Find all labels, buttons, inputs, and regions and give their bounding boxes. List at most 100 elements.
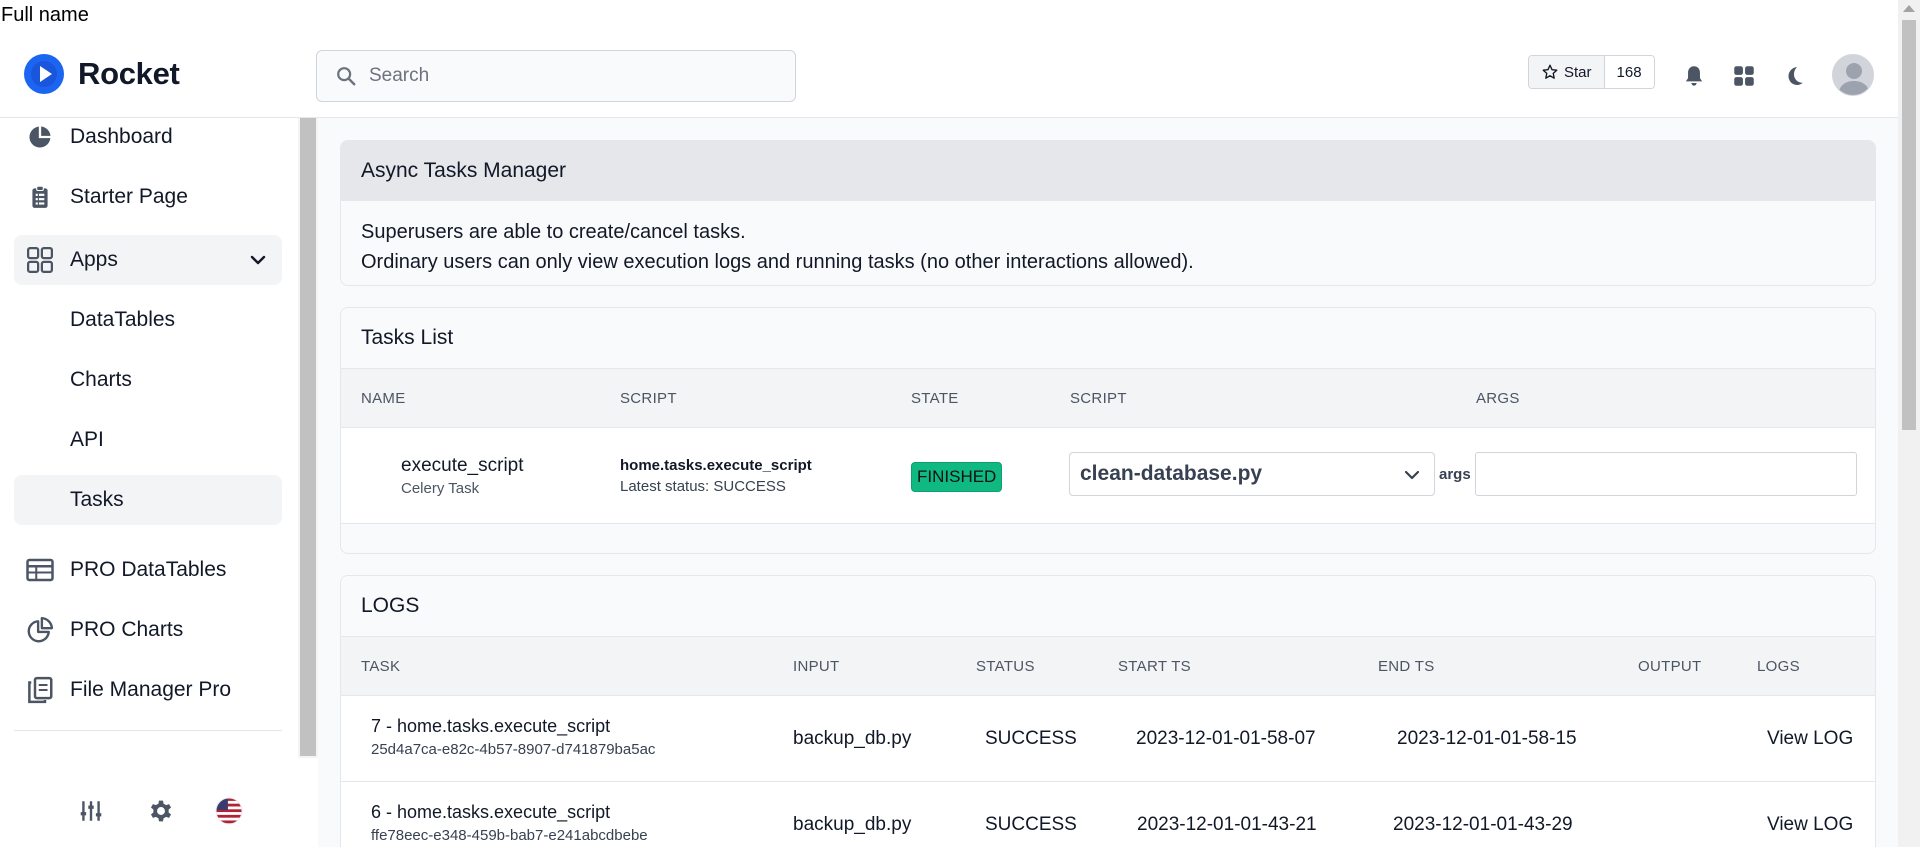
column-header-end-ts: END TS xyxy=(1378,658,1435,675)
args-input[interactable] xyxy=(1475,452,1857,496)
task-type: Celery Task xyxy=(401,480,480,497)
sidebar-item-starter-page[interactable]: Starter Page xyxy=(14,172,282,222)
state-badge: FINISHED xyxy=(911,462,1003,492)
sidebar-item-apps[interactable]: Apps xyxy=(14,235,282,285)
sidebar-item-file-manager-pro[interactable]: File Manager Pro xyxy=(14,665,282,715)
task-script: home.tasks.execute_script xyxy=(620,457,812,474)
log-start-ts: 2023-12-01-01-58-07 xyxy=(1136,728,1316,749)
table-row: 7 - home.tasks.execute_script 25d4a7ca-e… xyxy=(341,696,1875,782)
log-end-ts: 2023-12-01-01-58-15 xyxy=(1397,728,1577,749)
column-header-task: TASK xyxy=(361,658,401,675)
sidebar-item-label: PRO DataTables xyxy=(70,558,227,581)
sidebar-item-label: Tasks xyxy=(70,488,124,511)
sidebar-item-charts[interactable]: Charts xyxy=(14,355,282,405)
brand[interactable]: Rocket xyxy=(24,54,180,94)
chevron-down-icon xyxy=(250,255,266,265)
search-icon xyxy=(337,67,356,86)
sidebar-scrollbar-thumb[interactable] xyxy=(300,118,316,756)
sidebar-item-api[interactable]: API xyxy=(14,415,282,465)
sidebar-item-dashboard[interactable]: Dashboard xyxy=(14,112,282,162)
column-header-output: OUTPUT xyxy=(1638,658,1702,675)
search-box[interactable] xyxy=(316,50,796,102)
task-name: execute_script xyxy=(401,455,524,476)
chart-pie-outline-icon xyxy=(24,614,56,646)
table-row: execute_script Celery Task home.tasks.ex… xyxy=(341,428,1875,524)
table-icon xyxy=(24,554,56,586)
sidebar-item-label: File Manager Pro xyxy=(70,678,232,701)
view-log-link[interactable]: View LOG xyxy=(1767,728,1853,750)
bell-icon[interactable] xyxy=(1678,60,1710,92)
files-icon xyxy=(24,674,56,706)
card-title: Tasks List xyxy=(341,308,1875,368)
star-label: Star xyxy=(1564,63,1592,81)
log-task-id: ffe78eec-e348-459b-bab7-e241abcdbebe xyxy=(371,827,648,844)
log-end-ts: 2023-12-01-01-43-29 xyxy=(1393,814,1573,835)
sidebar-item-label: Apps xyxy=(70,248,118,271)
tasks-list-card: Tasks List NAME SCRIPT STATE SCRIPT ARGS… xyxy=(340,307,1876,554)
sidebar-divider xyxy=(14,730,282,731)
github-star-widget[interactable]: Star 168 xyxy=(1528,55,1655,89)
us-flag-icon[interactable] xyxy=(214,796,244,826)
star-count[interactable]: 168 xyxy=(1604,56,1654,88)
args-label: args xyxy=(1439,466,1471,483)
sidebar-item-tasks[interactable]: Tasks xyxy=(14,475,282,525)
brand-name: Rocket xyxy=(78,56,180,91)
info-line-2: Ordinary users can only view execution l… xyxy=(361,251,1194,273)
view-log-link[interactable]: View LOG xyxy=(1767,814,1853,836)
page-scrollbar-thumb[interactable] xyxy=(1902,20,1916,430)
column-header-logs: LOGS xyxy=(1757,658,1800,675)
log-status: SUCCESS xyxy=(985,814,1077,835)
pie-chart-icon xyxy=(24,121,56,153)
log-start-ts: 2023-12-01-01-43-21 xyxy=(1137,814,1317,835)
scroll-up-arrow-icon[interactable] xyxy=(1903,5,1915,12)
log-task-id: 25d4a7ca-e82c-4b57-8907-d741879ba5ac xyxy=(371,741,656,758)
sidebar-item-label: Dashboard xyxy=(70,125,173,148)
table-header: TASK INPUT STATUS START TS END TS OUTPUT… xyxy=(341,636,1875,696)
gear-icon[interactable] xyxy=(146,796,176,826)
main-content: Async Tasks Manager Superusers are able … xyxy=(318,118,1898,847)
apps-grid-icon[interactable] xyxy=(1728,60,1760,92)
sidebar-scrollbar[interactable] xyxy=(298,118,318,758)
log-input: backup_db.py xyxy=(793,728,912,749)
sidebar-item-pro-charts[interactable]: PRO Charts xyxy=(14,605,282,655)
card-title: LOGS xyxy=(341,576,1875,636)
info-text: Superusers are able to create/cancel tas… xyxy=(341,201,1875,285)
user-avatar[interactable] xyxy=(1832,54,1874,96)
log-input: backup_db.py xyxy=(793,814,912,835)
log-task: 6 - home.tasks.execute_script xyxy=(371,802,611,822)
clipboard-icon xyxy=(24,181,56,213)
column-header-input: INPUT xyxy=(793,658,840,675)
sidebar-item-pro-datatables[interactable]: PRO DataTables xyxy=(14,545,282,595)
latest-status: Latest status: SUCCESS xyxy=(620,478,786,495)
sidebar-item-label: PRO Charts xyxy=(70,618,184,641)
star-button[interactable]: Star xyxy=(1529,56,1605,88)
async-tasks-info-card: Async Tasks Manager Superusers are able … xyxy=(340,140,1876,286)
column-header-name: NAME xyxy=(361,390,406,407)
column-header-status: STATUS xyxy=(976,658,1035,675)
log-task: 7 - home.tasks.execute_script xyxy=(371,716,611,736)
sidebar: Dashboard Starter Page Apps DataTables C… xyxy=(0,118,318,847)
sidebar-item-datatables[interactable]: DataTables xyxy=(14,295,282,345)
script-select[interactable]: clean-database.py xyxy=(1069,452,1435,496)
info-line-1: Superusers are able to create/cancel tas… xyxy=(361,221,746,243)
sliders-icon[interactable] xyxy=(76,796,106,826)
chevron-down-icon xyxy=(1404,470,1420,480)
top-navbar: Rocket Star 168 xyxy=(0,30,1898,118)
column-header-script-select: SCRIPT xyxy=(1070,390,1127,407)
sidebar-item-label: Starter Page xyxy=(70,185,188,208)
search-input[interactable] xyxy=(369,65,789,87)
grid-icon xyxy=(24,244,56,276)
sidebar-item-label: API xyxy=(70,428,104,451)
column-header-start-ts: START TS xyxy=(1118,658,1191,675)
rocket-logo-icon xyxy=(24,54,64,94)
page-scrollbar[interactable] xyxy=(1898,0,1920,847)
sidebar-item-label: DataTables xyxy=(70,308,176,331)
logs-card: LOGS TASK INPUT STATUS START TS END TS O… xyxy=(340,575,1876,847)
column-header-state: STATE xyxy=(911,390,959,407)
moon-icon[interactable] xyxy=(1778,60,1810,92)
full-name-label: Full name xyxy=(1,4,89,26)
table-header: NAME SCRIPT STATE SCRIPT ARGS xyxy=(341,368,1875,428)
script-select-value: clean-database.py xyxy=(1080,462,1263,485)
column-header-args: ARGS xyxy=(1476,390,1520,407)
table-row: 6 - home.tasks.execute_script ffe78eec-e… xyxy=(341,782,1875,847)
